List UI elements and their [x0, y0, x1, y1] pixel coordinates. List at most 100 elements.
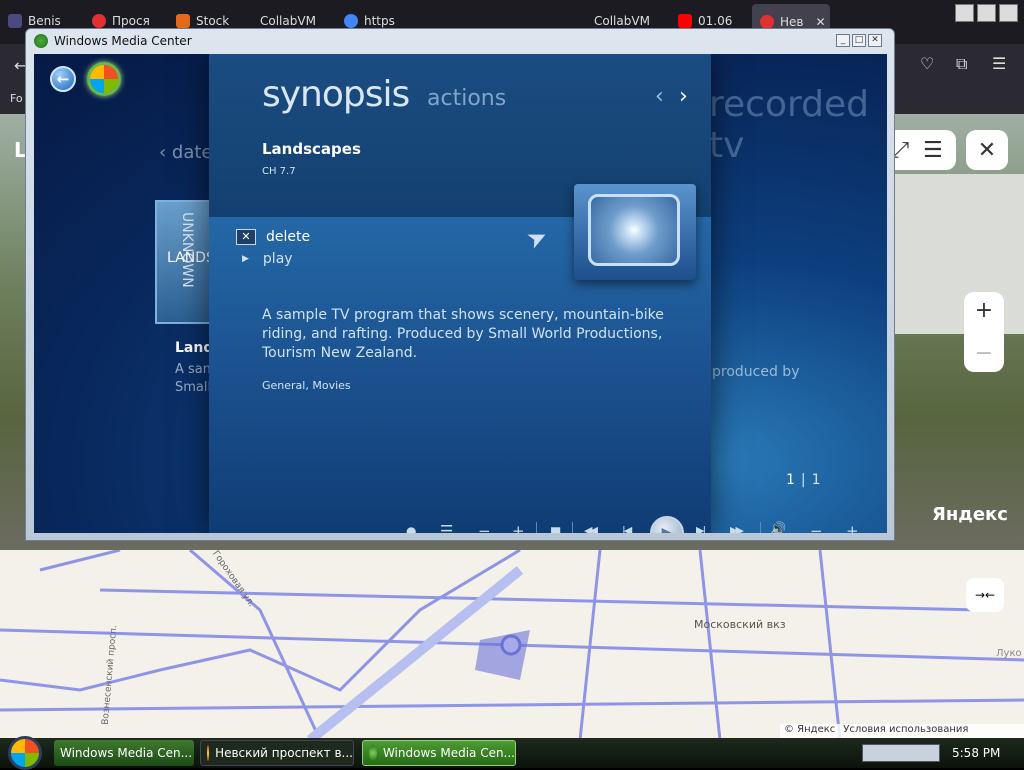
map-label-station: Московский вкз	[694, 618, 786, 631]
wmc-minimize-button[interactable]: _	[836, 34, 850, 47]
wmc-maximize-button[interactable]: □	[852, 34, 866, 47]
menu-icon[interactable]: ☰	[923, 138, 943, 163]
close-button[interactable]	[999, 4, 1018, 22]
wmc-titlebar[interactable]: Windows Media Center _ □ ✕	[26, 29, 894, 53]
map-street-line	[39, 550, 121, 572]
bg-thumbnail[interactable]: UNKNOWN LANDSCAPES	[155, 200, 211, 324]
map-view[interactable]: Московский вкз Гороховая ул. Вознесенски…	[0, 550, 1024, 740]
divider	[760, 522, 761, 533]
bg-sort-label[interactable]: ‹ date	[159, 142, 213, 163]
minimize-button[interactable]	[955, 4, 974, 22]
system-tray[interactable]	[862, 744, 940, 762]
stop-button-icon[interactable]: ■	[550, 524, 561, 533]
taskbar-item[interactable]: Windows Media Cen...	[54, 740, 194, 766]
map-street-line	[99, 588, 981, 612]
bookmark-item[interactable]: Fo	[10, 92, 23, 105]
menu-item-label: play	[262, 251, 293, 267]
program-description: A sample TV program that shows scenery, …	[262, 307, 664, 361]
start-orb-icon[interactable]	[87, 62, 121, 96]
menu-item-play[interactable]: ▶ play	[242, 251, 293, 267]
tab-close-icon[interactable]: ✕	[815, 15, 825, 29]
divider	[536, 522, 537, 533]
taskbar-item-label: Невский проспект в...	[215, 746, 353, 760]
taskbar-item-label: Windows Media Cen...	[382, 746, 515, 760]
app-menu-icon[interactable]: ☰	[992, 54, 1006, 73]
maximize-button[interactable]	[977, 4, 996, 22]
volume-up-button-icon[interactable]: +	[846, 522, 859, 533]
program-title: Landscapes	[262, 140, 361, 158]
header-synopsis[interactable]: synopsis	[262, 74, 410, 115]
channel-up-button-icon[interactable]: +	[512, 522, 525, 533]
taskbar: Windows Media Cen... Невский проспект в.…	[0, 736, 1024, 770]
wmc-close-button[interactable]: ✕	[868, 34, 882, 47]
tab-label: 01.06	[698, 14, 733, 28]
map-street-line	[578, 550, 602, 740]
tab-label: Benis	[28, 14, 61, 28]
x-icon: ✕	[236, 229, 256, 245]
tab-favicon	[92, 14, 106, 28]
wmc-window: Windows Media Center _ □ ✕ recorded tv ‹…	[25, 28, 895, 541]
wmc-window-title: Windows Media Center	[54, 34, 192, 48]
tab-label: CollabVM	[594, 14, 650, 28]
menu-item-delete[interactable]: ✕ delete	[236, 229, 310, 245]
tab-favicon	[760, 15, 774, 29]
wmc-app-icon	[34, 34, 48, 48]
map-street-line	[0, 550, 521, 692]
taskbar-item-label: Windows Media Cen...	[60, 746, 193, 760]
tab-favicon	[8, 14, 22, 28]
volume-down-button-icon[interactable]: −	[810, 522, 823, 533]
play-small-icon: ▶	[242, 254, 249, 264]
nav-prev-icon[interactable]: ‹	[655, 84, 664, 109]
map-street-line	[0, 698, 1024, 712]
program-genres: General, Movies	[262, 379, 351, 392]
rewind-button-icon[interactable]: ◀◀	[584, 524, 598, 533]
zoom-out-button[interactable]: −	[975, 341, 993, 366]
close-panorama-button[interactable]: ✕	[966, 130, 1008, 170]
previous-button-icon[interactable]: |◀	[622, 524, 632, 533]
bg-section-title: recorded tv	[709, 84, 869, 166]
tab-label: Прося	[112, 14, 150, 28]
menu-item-label: delete	[266, 229, 311, 245]
bg-item-desc: Small World Productions	[175, 380, 209, 395]
nav-next-icon[interactable]: ›	[679, 84, 688, 109]
clock[interactable]: 5:58 PM	[952, 746, 1000, 760]
taskbar-item-active[interactable]: Windows Media Cen...	[362, 740, 516, 766]
map-street-line	[818, 550, 842, 740]
tab-favicon	[678, 14, 692, 28]
map-view-cone	[475, 630, 530, 680]
host-window-controls	[955, 4, 1020, 24]
firefox-icon	[207, 745, 210, 761]
wmc-content: recorded tv ‹ date UNKNOWN LANDSCAPES La…	[34, 54, 887, 533]
page-indicator: 1 | 1	[786, 472, 821, 488]
record-button-icon[interactable]: ●	[406, 524, 416, 533]
pocket-icon[interactable]: ♡	[920, 54, 934, 73]
bg-produced-text: produced by	[712, 364, 800, 380]
back-button-icon[interactable]: ←	[50, 66, 76, 92]
zoom-in-button[interactable]: +	[975, 298, 993, 323]
tab-label: Нев	[780, 15, 804, 29]
program-thumbnail	[574, 184, 696, 280]
bg-item-desc: A sample TV program...	[175, 362, 209, 377]
collapse-map-button[interactable]: →←	[966, 578, 1004, 612]
next-button-icon[interactable]: ▶|	[696, 524, 706, 533]
channel-down-button-icon[interactable]: −	[478, 522, 491, 533]
page-separator: |	[800, 472, 806, 488]
play-button-icon[interactable]: ▶	[650, 516, 684, 533]
fast-forward-button-icon[interactable]: ▶▶	[730, 524, 744, 533]
start-button-icon[interactable]	[8, 736, 42, 770]
synopsis-panel: synopsis actions ‹ › Landscapes CH 7.7 ✕…	[209, 54, 711, 533]
tv-icon	[588, 194, 680, 266]
map-street-line	[189, 550, 322, 740]
extensions-icon[interactable]: ⧉	[956, 54, 967, 74]
mute-button-icon[interactable]: 🔊	[770, 522, 786, 533]
header-actions[interactable]: actions	[427, 86, 506, 111]
tab-label: https	[364, 14, 395, 28]
tab-label: CollabVM	[260, 14, 316, 28]
tab-favicon	[344, 14, 358, 28]
page-total: 1	[811, 472, 821, 488]
tab-favicon	[176, 14, 190, 28]
map-streets	[0, 550, 1024, 740]
taskbar-item[interactable]: Невский проспект в...	[200, 740, 354, 766]
map-label-place: Луко	[996, 648, 1022, 659]
guide-button-icon[interactable]: ☰	[440, 522, 453, 533]
